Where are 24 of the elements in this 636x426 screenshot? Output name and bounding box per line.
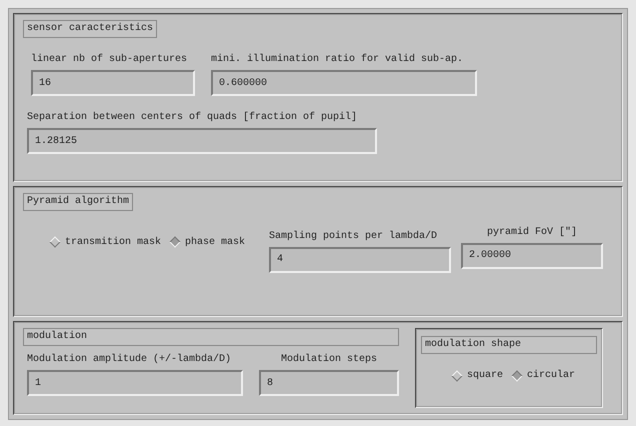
- input-field[interactable]: 2.00000: [461, 242, 603, 269]
- radio-option[interactable]: transmition mask: [49, 234, 162, 250]
- radio-option[interactable]: square: [451, 368, 504, 383]
- section-title: modulation shape: [421, 336, 597, 354]
- field-label: Modulation amplitude (+/-lambda/D): [27, 354, 232, 366]
- input-field[interactable]: 1: [27, 370, 243, 396]
- radio-icon[interactable]: [169, 236, 181, 248]
- section-title: Pyramid algorithm: [23, 192, 134, 211]
- input-field[interactable]: 0.600000: [211, 70, 477, 96]
- field-label: linear nb of sub-apertures: [31, 54, 188, 66]
- field-label: Separation between centers of quads [fraction of pupil]: [27, 112, 358, 124]
- section-title: modulation: [23, 328, 399, 346]
- input-field[interactable]: 4: [269, 246, 451, 273]
- section-title: sensor caracteristics: [23, 20, 158, 38]
- radio-option[interactable]: phase mask: [169, 234, 246, 250]
- field-label: Modulation steps: [280, 354, 377, 366]
- input-field[interactable]: 16: [31, 70, 195, 96]
- input-field[interactable]: 8: [259, 370, 399, 396]
- field-label: pyramid FoV ["]: [486, 226, 577, 239]
- input-field[interactable]: 1.28125: [27, 128, 377, 154]
- field-label: Sampling points per lambda/D: [269, 230, 438, 243]
- field-label: mini. illumination ratio for valid sub-ap.: [211, 54, 464, 66]
- radio-icon[interactable]: [511, 370, 523, 382]
- radio-option[interactable]: circular: [511, 368, 576, 383]
